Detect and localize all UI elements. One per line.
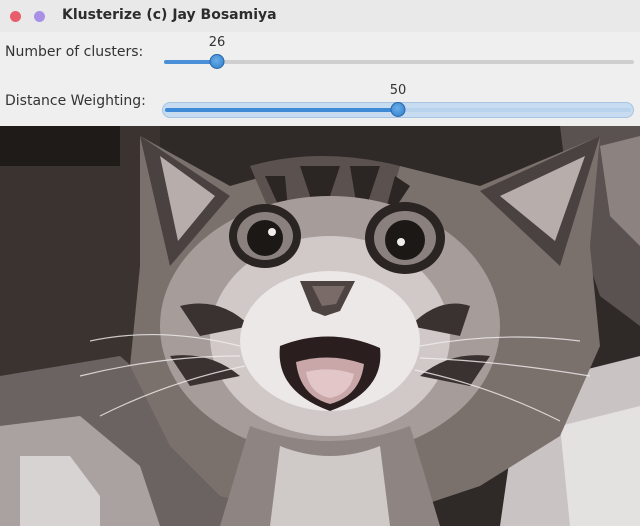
controls-panel: Number of clusters: 26 Distance Weightin…	[0, 32, 640, 126]
weighting-slider-thumb[interactable]	[390, 102, 406, 117]
app-window: Klusterize (c) Jay Bosamiya Number of cl…	[0, 0, 640, 526]
close-window-button[interactable]	[10, 11, 21, 22]
weighting-slider-fill	[165, 108, 399, 112]
clusters-value: 26	[208, 35, 226, 50]
clusters-slider[interactable]	[164, 60, 634, 64]
clustered-image	[0, 126, 640, 526]
clusters-label: Number of clusters:	[5, 44, 144, 60]
weighting-control: Distance Weighting: 50	[0, 80, 640, 127]
weighting-value: 50	[389, 83, 407, 98]
title-bar: Klusterize (c) Jay Bosamiya	[0, 0, 640, 32]
clusters-control: Number of clusters: 26	[0, 32, 640, 79]
window-title: Klusterize (c) Jay Bosamiya	[62, 7, 277, 23]
weighting-label: Distance Weighting:	[5, 93, 146, 109]
clusters-slider-thumb[interactable]	[209, 54, 225, 69]
minimize-window-button[interactable]	[34, 11, 45, 22]
kitten-image	[0, 126, 640, 526]
